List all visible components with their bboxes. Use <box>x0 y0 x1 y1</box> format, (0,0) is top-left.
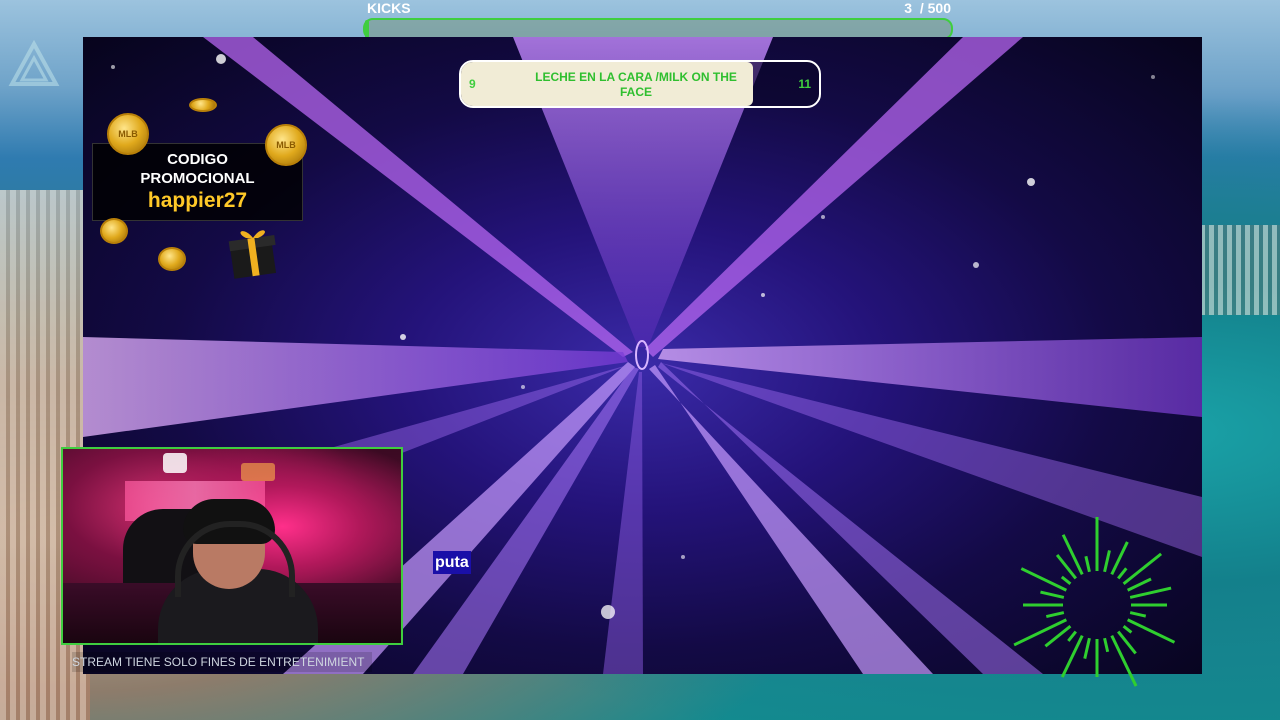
sunburst-ray <box>1045 611 1065 619</box>
disclaimer-ticker: STREAM TIENE SOLO FINES DE ENTRETENIMIEN… <box>72 652 372 672</box>
coin-label: MLB <box>118 129 138 139</box>
kicks-goal-bar: KICKS 3 / 500 <box>363 0 953 42</box>
match-right-score: 11 <box>798 77 811 91</box>
kicks-progress-fill <box>365 20 369 38</box>
sunburst-ray <box>1060 634 1084 678</box>
match-banner: 9 LECHE EN LA CARA /MILK ON THE FACE 11 <box>459 60 821 108</box>
webcam-neon-sign <box>241 463 275 481</box>
sunburst-ray <box>1126 577 1152 592</box>
sunburst-ray <box>1067 630 1077 642</box>
background-city-right <box>1200 225 1280 315</box>
webcam-wall-logo <box>163 453 187 473</box>
sunburst-ray <box>1122 625 1133 634</box>
sunburst-icon <box>1013 517 1176 687</box>
coin-label: MLB <box>276 140 296 150</box>
promo-line-2: PROMOCIONAL <box>140 170 255 187</box>
logo-icon <box>8 40 60 86</box>
sunburst-ray <box>1083 637 1091 659</box>
coin-icon: MLB <box>107 113 149 155</box>
sunburst-ray <box>1129 611 1147 618</box>
kicks-total: / 500 <box>919 0 951 16</box>
sunburst-ray <box>1110 634 1138 687</box>
kicks-current: 3 <box>904 0 913 16</box>
live-caption: puta <box>433 551 471 574</box>
sunburst-ray <box>1103 637 1110 653</box>
sunburst-ray <box>1126 618 1176 644</box>
sunburst-ray <box>1040 590 1065 599</box>
match-left-score: 9 <box>469 77 476 91</box>
sunburst-ray <box>1117 630 1137 655</box>
coin-icon <box>100 218 128 244</box>
sunburst-ray <box>1020 567 1068 592</box>
kicks-label: KICKS <box>367 0 411 16</box>
sunburst-ray <box>1117 567 1128 580</box>
sunburst-ray <box>1129 586 1172 599</box>
match-title: LECHE EN LA CARA /MILK ON THE FACE <box>535 70 737 99</box>
sunburst-ray <box>1013 618 1068 647</box>
webcam-feed <box>61 447 403 645</box>
sunburst-ray <box>1060 575 1072 585</box>
sunburst-ray <box>1103 550 1111 573</box>
coin-icon <box>158 247 186 271</box>
gift-icon <box>228 230 277 279</box>
sunburst-ray <box>1122 552 1163 585</box>
kicks-count: 3 / 500 <box>904 0 951 16</box>
coin-icon: MLB <box>265 124 307 166</box>
sunburst-ray <box>1084 555 1091 573</box>
coin-icon <box>189 98 217 112</box>
promo-code: happier27 <box>147 189 248 212</box>
